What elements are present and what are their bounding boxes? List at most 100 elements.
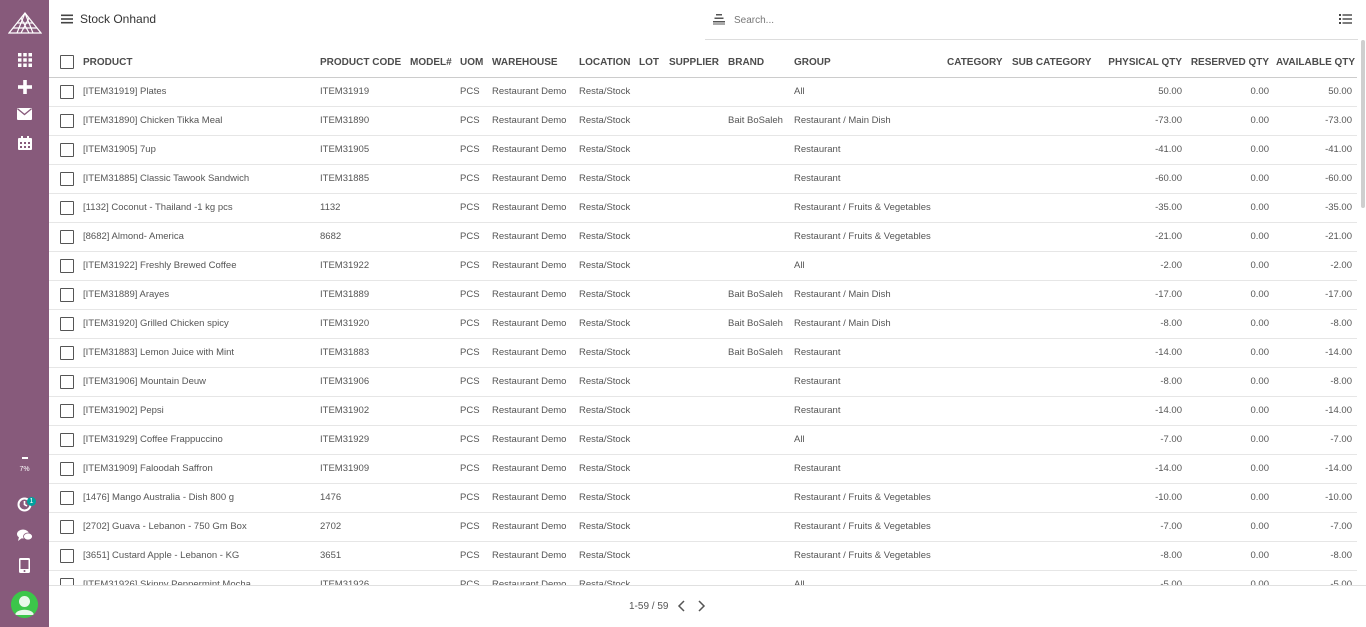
row-checkbox[interactable]: [60, 432, 74, 447]
vertical-scrollbar[interactable]: [1361, 40, 1365, 208]
table-row[interactable]: [3651] Custard Apple - Lebanon - KG 3651 P…: [49, 541, 1357, 571]
column-header-product-code[interactable]: PRODUCT CODE: [318, 48, 408, 78]
column-header-uom[interactable]: UOM: [458, 48, 490, 78]
warehouse-cell: Restaurant Demo: [490, 193, 577, 223]
product-code-cell: 3651: [318, 541, 408, 571]
table-row[interactable]: [ITEM31883] Lemon Juice with Mint ITEM318…: [49, 338, 1357, 368]
table-row[interactable]: [ITEM31922] Freshly Brewed Coffee ITEM319…: [49, 251, 1357, 281]
row-checkbox[interactable]: [60, 171, 74, 186]
progress-indicator-icon: [12, 455, 37, 462]
column-header-product[interactable]: PRODUCT: [81, 48, 318, 78]
table-row[interactable]: [ITEM31926] Skinny Peppermint Mocha ITEM3…: [49, 570, 1357, 585]
available-qty-cell: -60.00: [1274, 164, 1357, 194]
location-cell: Resta/Stock: [577, 251, 637, 281]
row-checkbox[interactable]: [60, 316, 74, 331]
warehouse-cell: Restaurant Demo: [490, 338, 577, 368]
row-checkbox[interactable]: [60, 113, 74, 128]
sub-category-cell: [1010, 309, 1097, 339]
brand-cell: [726, 77, 792, 107]
row-select-cell: [49, 483, 81, 513]
calendar-icon[interactable]: [12, 133, 37, 153]
table-row[interactable]: [ITEM31885] Classic Tawook Sandwich ITEM3…: [49, 164, 1357, 194]
table-row[interactable]: [1476] Mango Australia - Dish 800 g 1476 P…: [49, 483, 1357, 513]
table-row[interactable]: [ITEM31902] Pepsi ITEM31902 PCS Restaurant …: [49, 396, 1357, 426]
table-row[interactable]: [ITEM31906] Mountain Deuw ITEM31906 PCS Res…: [49, 367, 1357, 397]
stock-table: PRODUCT PRODUCT CODE MODEL# UOM WAREHOUS…: [49, 48, 1357, 585]
product-cell: [ITEM31890] Chicken Tikka Meal: [81, 106, 318, 136]
list-view-icon[interactable]: [1339, 13, 1352, 25]
available-qty-cell: -7.00: [1274, 512, 1357, 542]
hamburger-menu-icon[interactable]: [61, 13, 73, 25]
table-row[interactable]: [ITEM31909] Faloodah Saffron ITEM31909 PCS…: [49, 454, 1357, 484]
brand-cell: Bait BoSaleh: [726, 309, 792, 339]
column-header-model[interactable]: MODEL#: [408, 48, 458, 78]
supplier-cell: [667, 106, 726, 136]
product-cell: [ITEM31902] Pepsi: [81, 396, 318, 426]
column-header-available-qty[interactable]: AVAILABLE QTY: [1274, 48, 1357, 78]
row-checkbox[interactable]: [60, 229, 74, 244]
category-cell: [945, 193, 1010, 223]
apps-grid-icon[interactable]: [12, 50, 37, 70]
table-row[interactable]: [ITEM31905] 7up ITEM31905 PCS Restaurant De…: [49, 135, 1357, 165]
model-cell: [408, 367, 458, 397]
table-row[interactable]: [ITEM31929] Coffee Frappuccino ITEM31929 P…: [49, 425, 1357, 455]
row-checkbox[interactable]: [60, 287, 74, 302]
group-cell: Restaurant: [792, 135, 945, 165]
row-select-cell: [49, 570, 81, 585]
product-code-cell: ITEM31902: [318, 396, 408, 426]
table-row[interactable]: [ITEM31920] Grilled Chicken spicy ITEM319…: [49, 309, 1357, 339]
column-header-lot[interactable]: LOT: [637, 48, 667, 78]
chat-icon[interactable]: [12, 525, 37, 545]
group-cell: Restaurant: [792, 396, 945, 426]
available-qty-cell: -14.00: [1274, 454, 1357, 484]
row-checkbox[interactable]: [60, 84, 74, 99]
row-checkbox[interactable]: [60, 200, 74, 215]
row-select-cell: [49, 309, 81, 339]
column-header-brand[interactable]: BRAND: [726, 48, 792, 78]
category-cell: [945, 222, 1010, 252]
brand-logo-icon[interactable]: [8, 12, 42, 34]
select-all-checkbox[interactable]: [60, 55, 74, 70]
row-checkbox[interactable]: [60, 345, 74, 360]
table-row[interactable]: [1132] Coconut - Thailand -1 kg pcs 1132 P…: [49, 193, 1357, 223]
row-checkbox[interactable]: [60, 548, 74, 563]
table-row[interactable]: [2702] Guava - Lebanon - 750 Gm Box 2702 P…: [49, 512, 1357, 542]
filter-options-icon[interactable]: [713, 13, 725, 25]
column-header-group[interactable]: GROUP: [792, 48, 945, 78]
column-header-sub-category[interactable]: SUB CATEGORY: [1010, 48, 1097, 78]
mail-icon[interactable]: [12, 104, 37, 124]
column-header-physical-qty[interactable]: PHYSICAL QTY: [1097, 48, 1187, 78]
pager-next-icon[interactable]: [695, 599, 707, 613]
plus-icon[interactable]: [12, 77, 37, 97]
model-cell: [408, 512, 458, 542]
pager-previous-icon[interactable]: [676, 599, 688, 613]
mobile-device-icon[interactable]: [12, 555, 37, 575]
column-header-category[interactable]: CATEGORY: [945, 48, 1010, 78]
lot-cell: [637, 193, 667, 223]
model-cell: [408, 280, 458, 310]
search-input[interactable]: [734, 10, 1334, 30]
row-checkbox[interactable]: [60, 519, 74, 534]
brand-cell: [726, 164, 792, 194]
column-header-supplier[interactable]: SUPPLIER: [667, 48, 726, 78]
row-checkbox[interactable]: [60, 374, 74, 389]
row-checkbox[interactable]: [60, 461, 74, 476]
row-checkbox[interactable]: [60, 142, 74, 157]
row-checkbox[interactable]: [60, 258, 74, 273]
row-checkbox[interactable]: [60, 403, 74, 418]
table-row[interactable]: [ITEM31919] Plates ITEM31919 PCS Restaurant…: [49, 77, 1357, 107]
warehouse-cell: Restaurant Demo: [490, 512, 577, 542]
table-row[interactable]: [8682] Almond- America 8682 PCS Restaurant …: [49, 222, 1357, 252]
row-checkbox[interactable]: [60, 490, 74, 505]
pager-value[interactable]: 1-59 / 59: [629, 601, 668, 612]
available-qty-cell: -14.00: [1274, 396, 1357, 426]
table-row[interactable]: [ITEM31889] Arayes ITEM31889 PCS Restaurant…: [49, 280, 1357, 310]
model-cell: [408, 164, 458, 194]
column-header-location[interactable]: LOCATION: [577, 48, 637, 78]
column-header-reserved-qty[interactable]: RESERVED QTY: [1187, 48, 1274, 78]
table-row[interactable]: [ITEM31890] Chicken Tikka Meal ITEM31890 P…: [49, 106, 1357, 136]
reserved-qty-cell: 0.00: [1187, 425, 1274, 455]
column-header-warehouse[interactable]: WAREHOUSE: [490, 48, 577, 78]
row-checkbox[interactable]: [60, 577, 74, 585]
user-avatar[interactable]: [11, 591, 38, 618]
